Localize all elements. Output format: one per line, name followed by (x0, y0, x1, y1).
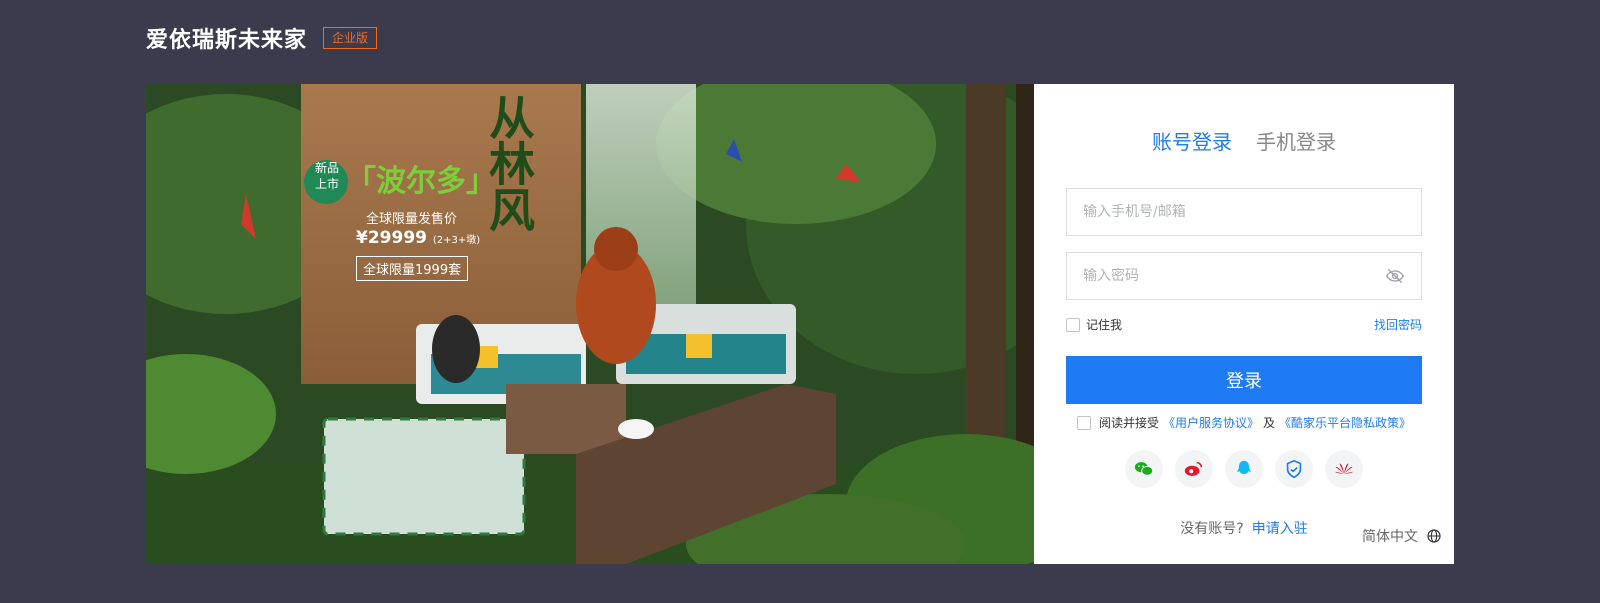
vertical-title: 从林风 (482, 94, 536, 232)
weibo-login-button[interactable] (1175, 450, 1213, 488)
login-button[interactable]: 登录 (1066, 356, 1422, 404)
huawei-login-button[interactable] (1325, 450, 1363, 488)
remember-row: 记住我 找回密码 (1066, 316, 1422, 333)
huawei-icon (1334, 463, 1354, 474)
remember-me[interactable]: 记住我 (1066, 316, 1122, 333)
remember-label: 记住我 (1086, 318, 1123, 332)
agreement-checkbox[interactable] (1076, 415, 1091, 430)
jungle-scene-image (146, 84, 1034, 564)
promo-price: ¥29999 (2+3+墩) (356, 228, 480, 248)
eye-off-icon[interactable] (1385, 266, 1405, 286)
shield-login-button[interactable] (1275, 450, 1313, 488)
price-value: ¥29999 (356, 228, 427, 248)
new-badge-text: 新品 上市 (311, 160, 343, 192)
language-switcher[interactable]: 简体中文 (1362, 526, 1442, 546)
shield-icon (1286, 459, 1302, 479)
price-note: (2+3+墩) (432, 235, 481, 246)
privacy-policy-link[interactable]: 《酷家乐平台隐私政策》 (1279, 414, 1411, 431)
agree-prefix: 阅读并接受 (1098, 416, 1159, 430)
user-agreement-link[interactable]: 《用户服务协议》 (1163, 414, 1259, 431)
edition-badge: 企业版 (323, 27, 378, 49)
tab-account-login[interactable]: 账号登录 (1152, 126, 1232, 155)
qq-login-button[interactable] (1225, 450, 1263, 488)
weibo-icon (1184, 461, 1203, 476)
login-panel: 账号登录 手机登录 记住我 找回密码 登录 阅读并接受 《用户服务协 (1034, 84, 1454, 564)
new-badge-line2: 上市 (314, 177, 339, 191)
login-tabs: 账号登录 手机登录 (1034, 126, 1454, 155)
new-badge-line1: 新品 (314, 161, 339, 175)
social-login-row (1034, 450, 1454, 488)
no-account-text: 没有账号? (1180, 521, 1244, 537)
password-field[interactable] (1066, 252, 1422, 300)
agree-and: 及 (1263, 416, 1276, 430)
tab-phone-login[interactable]: 手机登录 (1256, 126, 1336, 155)
qq-icon (1237, 460, 1251, 475)
page-header: 爱依瑞斯未来家 企业版 (146, 22, 378, 54)
brand-title: 爱依瑞斯未来家 (146, 28, 308, 53)
apply-signup-link[interactable]: 申请入驻 (1252, 518, 1308, 538)
account-field[interactable] (1066, 188, 1422, 236)
agreement-row: 阅读并接受 《用户服务协议》 及 《酷家乐平台隐私政策》 (1034, 414, 1454, 431)
globe-icon (1427, 529, 1441, 543)
forgot-password-link[interactable]: 找回密码 (1374, 316, 1422, 333)
promo-slogan: 全球限量发售价 (366, 212, 458, 227)
login-card: 新品 上市 「波尔多」 全球限量发售价 ¥29999 (2+3+墩) 全球限量1… (146, 84, 1454, 564)
wechat-login-button[interactable] (1125, 450, 1163, 488)
wechat-icon (1134, 462, 1154, 476)
account-input[interactable] (1083, 204, 1405, 220)
remember-checkbox[interactable] (1066, 317, 1080, 332)
language-label: 简体中文 (1362, 529, 1418, 545)
promo-banner: 新品 上市 「波尔多」 全球限量发售价 ¥29999 (2+3+墩) 全球限量1… (146, 84, 1034, 564)
password-input[interactable] (1083, 268, 1385, 284)
limited-text: 全球限量1999套 (356, 256, 469, 281)
